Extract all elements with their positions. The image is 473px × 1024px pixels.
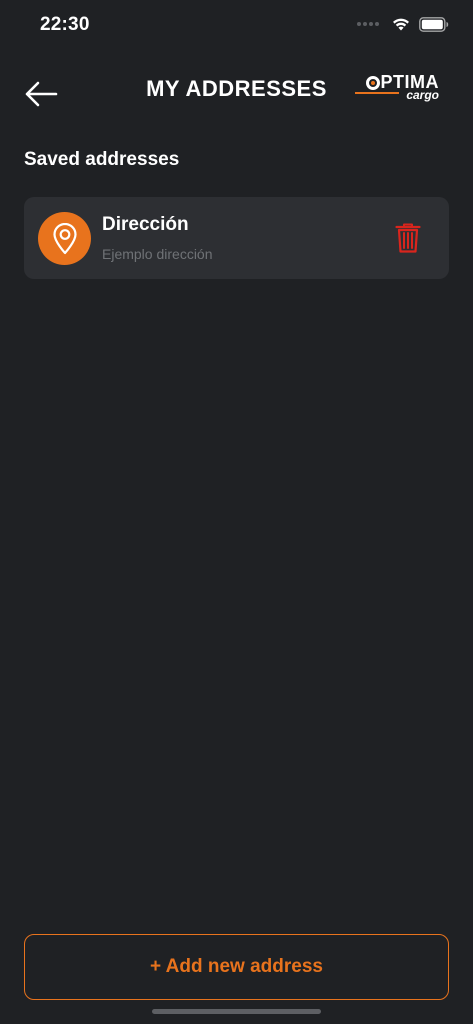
battery-icon	[419, 16, 449, 32]
optima-cargo-logo: PTIMA cargo	[355, 72, 439, 104]
logo-o-mark	[365, 75, 380, 90]
location-pin-badge	[38, 212, 91, 265]
status-icons	[357, 16, 449, 32]
location-pin-icon	[52, 222, 77, 254]
logo-subtext: cargo	[406, 88, 439, 102]
add-new-address-button[interactable]: + Add new address	[24, 934, 449, 1000]
delete-address-button[interactable]	[393, 221, 423, 255]
address-detail: Ejemplo dirección	[102, 246, 213, 262]
home-indicator	[152, 1009, 321, 1014]
wifi-icon	[393, 18, 409, 31]
address-name: Dirección	[102, 214, 189, 235]
trash-icon	[395, 223, 421, 253]
logo-underline	[355, 92, 399, 94]
saved-addresses-heading: Saved addresses	[24, 149, 180, 170]
status-time: 22:30	[40, 14, 90, 35]
status-bar: 22:30	[0, 0, 473, 50]
app-header: MY ADDRESSES PTIMA cargo	[0, 60, 473, 120]
cellular-signal-icon	[357, 22, 379, 26]
address-list-item[interactable]: Dirección Ejemplo dirección	[24, 197, 449, 279]
